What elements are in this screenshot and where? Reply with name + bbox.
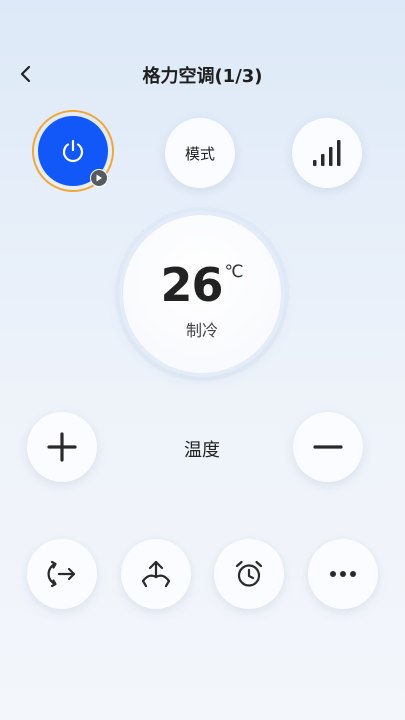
mode-button-label: 模式	[184, 144, 215, 163]
fan-speed-button[interactable]	[292, 118, 362, 188]
airflow-direction-button[interactable]	[121, 539, 191, 609]
airflow-up-icon	[141, 560, 171, 588]
more-button[interactable]	[308, 539, 378, 609]
temperature-up-button[interactable]	[27, 412, 97, 482]
plus-icon	[47, 432, 77, 462]
play-icon	[96, 174, 102, 182]
alarm-clock-icon	[235, 560, 263, 587]
temperature-value: 26	[160, 258, 223, 312]
temperature-unit: ℃	[224, 262, 244, 282]
temperature-display: 26 ℃	[123, 258, 281, 312]
signal-bars-icon	[313, 140, 341, 166]
temperature-down-button[interactable]	[293, 412, 363, 482]
mode-button[interactable]: 模式	[165, 118, 235, 188]
page-title: 格力空调(1/3)	[142, 66, 263, 87]
power-icon	[62, 139, 84, 163]
minus-icon	[313, 445, 343, 449]
play-badge[interactable]	[90, 169, 108, 187]
swing-icon	[47, 560, 76, 588]
current-mode-text: 制冷	[185, 321, 218, 340]
more-dots-icon	[330, 571, 356, 577]
swing-button[interactable]	[27, 539, 97, 609]
temperature-label: 温度	[184, 440, 220, 461]
timer-button[interactable]	[214, 539, 284, 609]
